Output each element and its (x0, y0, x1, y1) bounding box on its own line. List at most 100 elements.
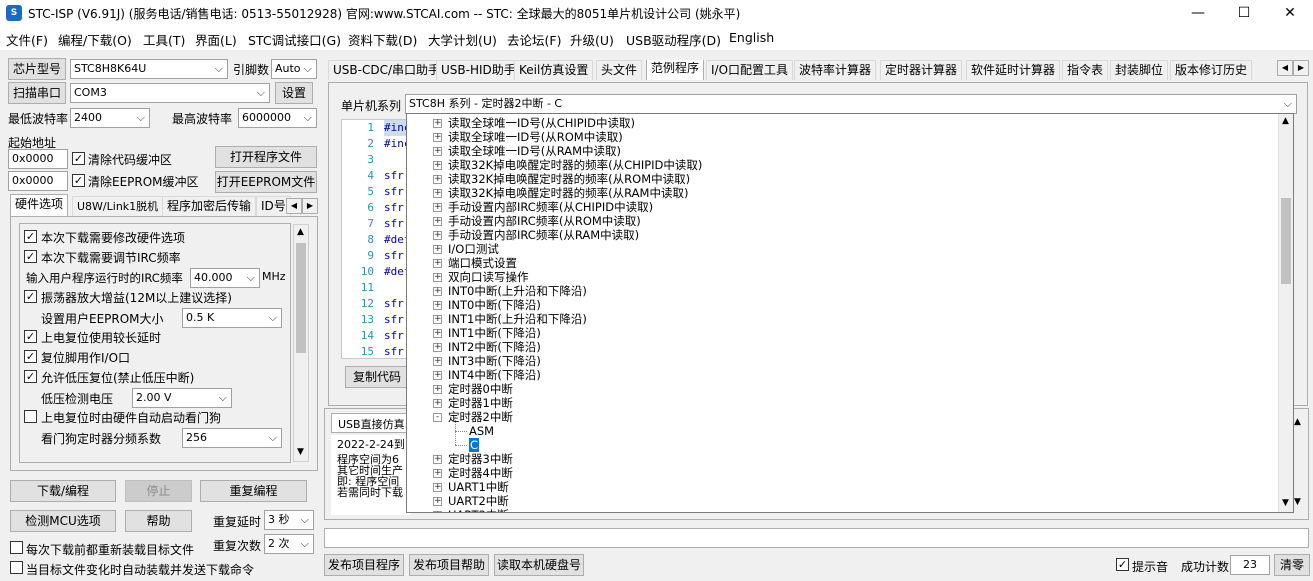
expand-icon[interactable]: + (433, 399, 442, 408)
tree-item[interactable]: + INT3中断(下降沿) (407, 354, 1267, 368)
tree-child-item[interactable]: C (407, 431, 1267, 452)
settings-button[interactable]: 设置 (275, 82, 313, 104)
publish-help-button[interactable]: 发布项目帮助 (409, 554, 489, 576)
copy-code-button[interactable]: 复制代码 (345, 366, 409, 388)
tree-item[interactable]: + 读取32K掉电唤醒定时器的频率(从RAM中读取) (407, 186, 1267, 200)
max-baud-select[interactable]: 6000000 (238, 108, 317, 128)
expand-icon[interactable]: + (433, 245, 442, 254)
tab-package-pins[interactable]: 封装脚位 (1110, 60, 1169, 80)
eeprom-size-select[interactable]: 0.5 K (182, 308, 282, 328)
expand-icon[interactable]: + (433, 497, 442, 506)
pin-count-select[interactable]: Auto (271, 59, 317, 79)
tree-item[interactable]: + 读取32K掉电唤醒定时器的频率(从CHIPID中读取) (407, 158, 1267, 172)
tree-item[interactable]: - 定时器2中断 (407, 410, 1267, 424)
scan-port-button[interactable]: 扫描串口 (8, 82, 66, 104)
tab-keil-sim[interactable]: Keil仿真设置 (514, 60, 594, 80)
tab-instruction-table[interactable]: 指令表 (1062, 60, 1109, 80)
maximize-icon[interactable]: ☐ (1221, 0, 1267, 26)
hw-option-long-delay-checkbox[interactable]: ✓ (24, 330, 37, 343)
expand-icon[interactable]: + (433, 469, 442, 478)
scroll-down-icon[interactable]: ▼ (297, 447, 304, 457)
hw-option-modify-checkbox[interactable]: ✓ (24, 230, 37, 243)
tab-encrypted-transfer[interactable]: 程序加密后传输 (162, 196, 257, 216)
expand-icon[interactable]: + (433, 371, 442, 380)
open-program-file-button[interactable]: 打开程序文件 (215, 146, 317, 168)
open-eeprom-file-button[interactable]: 打开EEPROM文件 (215, 171, 317, 193)
expand-icon[interactable]: + (433, 273, 442, 282)
hw-option-watchdog-checkbox[interactable] (24, 410, 37, 423)
mcu-series-select[interactable]: STC8H 系列 - 定时器2中断 - C (405, 94, 1297, 114)
tab-usb-hid[interactable]: USB-HID助手 (436, 60, 521, 80)
tree-item[interactable]: + 手动设置内部IRC频率(从ROM中读取) (407, 214, 1267, 228)
tree-item[interactable]: + 读取全球唯一ID号(从RAM中读取) (407, 144, 1267, 158)
tree-item[interactable]: + INT1中断(下降沿) (407, 326, 1267, 340)
tree-item[interactable]: + 定时器1中断 (407, 396, 1267, 410)
chip-model-button[interactable]: 芯片型号 (8, 58, 66, 80)
download-program-button[interactable]: 下载/编程 (10, 480, 116, 502)
expand-icon[interactable]: + (433, 175, 442, 184)
tree-item[interactable]: + 手动设置内部IRC频率(从RAM中读取) (407, 228, 1267, 242)
hw-option-low-voltage-checkbox[interactable]: ✓ (24, 370, 37, 383)
tab-delay-calculator[interactable]: 软件延时计算器 (966, 60, 1061, 80)
tree-item[interactable]: + UART2中断 (407, 494, 1267, 508)
expand-icon[interactable]: + (433, 161, 442, 170)
tree-scrollbar[interactable]: ▲ ▼ (1278, 114, 1293, 512)
hardware-options-scrollbar[interactable]: ▲ ▼ (293, 224, 309, 462)
menu-interface[interactable]: 界面(L) (195, 30, 237, 49)
log-scroll-up-icon[interactable]: ▲ (1294, 417, 1301, 427)
expand-icon[interactable]: + (433, 189, 442, 198)
expand-icon[interactable]: + (433, 259, 442, 268)
com-port-select[interactable]: COM3 (70, 83, 270, 103)
clear-count-button[interactable]: 清零 (1274, 554, 1310, 576)
expand-icon[interactable]: + (433, 343, 442, 352)
expand-icon[interactable]: + (433, 329, 442, 338)
reload-before-download-checkbox[interactable] (10, 541, 23, 554)
tab-scroll-right-icon[interactable]: ▶ (302, 198, 318, 214)
tabs-scroll-right-icon[interactable]: ▶ (1293, 60, 1309, 76)
menu-file[interactable]: 文件(F) (6, 30, 48, 49)
tree-item[interactable]: + INT0中断(下降沿) (407, 298, 1267, 312)
min-baud-select[interactable]: 2400 (70, 108, 150, 128)
tab-example-programs[interactable]: 范例程序 (646, 60, 705, 80)
code-address-input[interactable]: 0x0000 (8, 149, 68, 169)
menu-program[interactable]: 编程/下载(O) (58, 30, 132, 49)
tab-usb-cdc[interactable]: USB-CDC/串口助手 (328, 60, 446, 80)
clear-code-checkbox[interactable]: ✓ (72, 152, 85, 165)
tree-item[interactable]: + 定时器4中断 (407, 466, 1267, 480)
tab-baud-calculator[interactable]: 波特率计算器 (794, 60, 877, 80)
tab-scroll-left-icon[interactable]: ◀ (286, 198, 302, 214)
close-icon[interactable]: ✕ (1267, 0, 1313, 26)
tree-item[interactable]: + 端口模式设置 (407, 256, 1267, 270)
tab-header-file[interactable]: 头文件 (596, 60, 643, 80)
tree-item[interactable]: + 定时器3中断 (407, 452, 1267, 466)
chip-model-select[interactable]: STC8H8K64U (70, 59, 228, 79)
hw-option-reset-io-checkbox[interactable]: ✓ (24, 350, 37, 363)
tree-item[interactable]: + 读取全球唯一ID号(从CHIPID中读取) (407, 116, 1267, 130)
repeat-count-select[interactable]: 2 次 (264, 534, 314, 554)
wdt-prescale-select[interactable]: 256 (182, 428, 282, 448)
tree-item[interactable]: + 双向口读写操作 (407, 270, 1267, 284)
prompt-sound-checkbox[interactable]: ✓ (1116, 558, 1129, 571)
auto-load-checkbox[interactable] (10, 561, 23, 574)
help-button[interactable]: 帮助 (125, 510, 192, 532)
expand-icon[interactable]: + (433, 301, 442, 310)
expand-icon[interactable]: + (433, 203, 442, 212)
tab-io-config[interactable]: I/O口配置工具 (706, 60, 794, 80)
hw-option-gain-checkbox[interactable]: ✓ (24, 290, 37, 303)
tree-scroll-thumb[interactable] (1281, 198, 1291, 284)
log-tab[interactable]: USB直接仿真: (331, 413, 411, 433)
expand-icon[interactable]: + (433, 455, 442, 464)
expand-icon[interactable]: + (433, 231, 442, 240)
tree-item[interactable]: + INT0中断(上升沿和下降沿) (407, 284, 1267, 298)
tree-scroll-up-icon[interactable]: ▲ (1282, 116, 1289, 126)
menu-debug[interactable]: STC调试接口(G) (248, 30, 341, 49)
expand-icon[interactable]: + (433, 217, 442, 226)
tree-item[interactable]: + INT2中断(下降沿) (407, 340, 1267, 354)
tab-timer-calculator[interactable]: 定时器计算器 (880, 60, 963, 80)
hw-option-irc-checkbox[interactable]: ✓ (24, 250, 37, 263)
tree-item[interactable]: + UART1中断 (407, 480, 1267, 494)
collapse-icon[interactable]: - (433, 413, 442, 422)
minimize-icon[interactable]: — (1175, 0, 1221, 26)
tab-hardware-options[interactable]: 硬件选项 (10, 194, 69, 216)
stop-button[interactable]: 停止 (125, 480, 192, 502)
